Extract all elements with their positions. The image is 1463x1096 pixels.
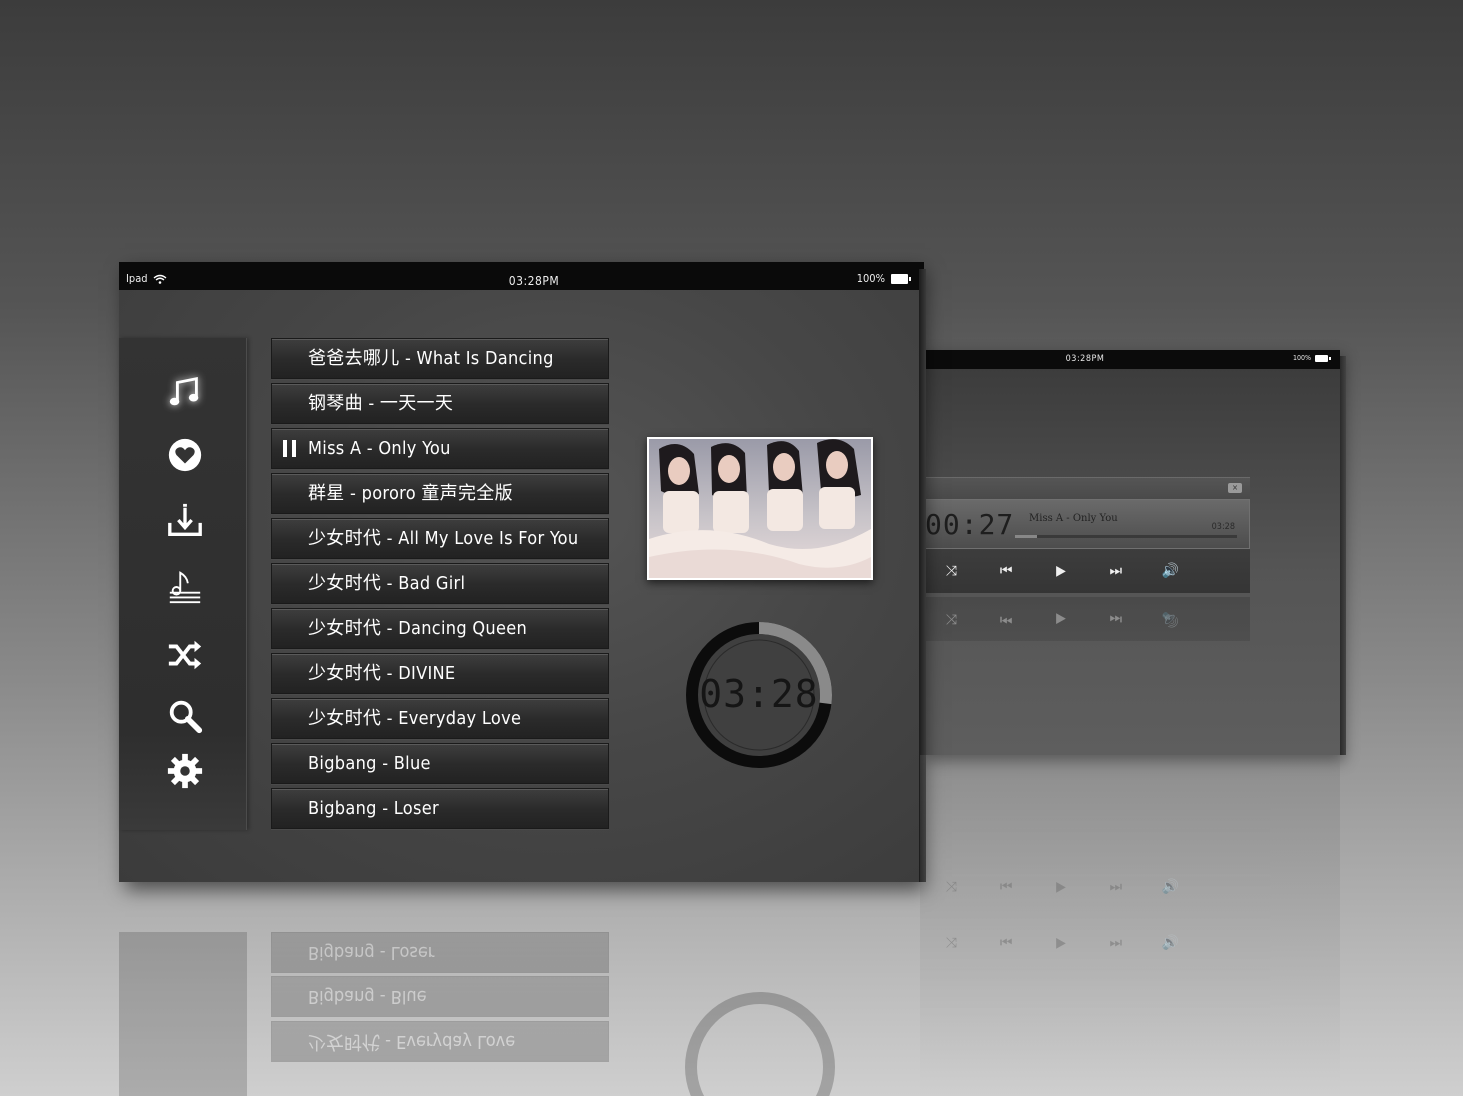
volume-icon[interactable]: 🔊 bbox=[1158, 563, 1184, 579]
play-icon: ▶ bbox=[1056, 935, 1066, 951]
song-item[interactable]: 少女时代 - All My Love Is For You bbox=[271, 518, 609, 559]
tablet-reflection: Bigbang - Loser Bigbang - Blue 少女时代 - Ev… bbox=[119, 886, 919, 1096]
download-icon[interactable] bbox=[165, 501, 205, 541]
timer-display: 03:28 bbox=[699, 672, 819, 716]
search-icon[interactable] bbox=[165, 696, 205, 736]
next-icon: ⏭ bbox=[1109, 879, 1123, 895]
song-item[interactable]: 爸爸去哪儿 - What Is Dancing bbox=[271, 338, 609, 379]
song-reflection: Bigbang - Loser bbox=[271, 932, 609, 973]
song-reflection: Bigbang - Blue bbox=[271, 976, 609, 1017]
battery-icon bbox=[891, 273, 911, 284]
main-tablet: Ipad 03:28PM 100% 爸爸去哪儿 - What Is Dancin… bbox=[119, 262, 926, 882]
secondary-tablet: 03:28PM 100% × 00:27 Miss A - Only You 0… bbox=[920, 350, 1346, 755]
controls-reflection: ⤨ ⏮ ▶ ⏭ 🔊 bbox=[920, 921, 1250, 965]
controls-reflection: ⤨ ⏮ ▶ ⏭ 🔊 bbox=[920, 865, 1250, 909]
timer-reflection bbox=[685, 992, 835, 1096]
next-icon[interactable]: ⏭ bbox=[1103, 563, 1129, 579]
song-title: 少女时代 - Dancing Queen bbox=[308, 618, 528, 639]
song-item[interactable]: 群星 - pororo 童声完全版 bbox=[271, 473, 609, 514]
progress-track[interactable] bbox=[1015, 535, 1237, 538]
now-playing-title: Miss A - Only You bbox=[1029, 513, 1118, 524]
next-icon: ⏭ bbox=[1109, 611, 1123, 627]
progress-fill bbox=[1015, 535, 1038, 538]
shuffle-icon[interactable]: ⤨ bbox=[938, 563, 964, 579]
shuffle-icon: ⤨ bbox=[945, 935, 957, 951]
pause-icon[interactable] bbox=[283, 440, 297, 457]
song-title: 少女时代 - Everyday Love bbox=[308, 708, 522, 729]
song-title: Bigbang - Blue bbox=[308, 753, 431, 774]
gear-icon[interactable] bbox=[165, 751, 205, 791]
elapsed-time: 00:27 bbox=[925, 508, 1015, 541]
album-photo bbox=[649, 439, 871, 578]
status-bar: Ipad 03:28PM 100% bbox=[119, 262, 924, 290]
play-icon: ▶ bbox=[1056, 611, 1066, 627]
volume-icon: 🔊 bbox=[1161, 935, 1180, 951]
shuffle-icon: ⤨ bbox=[945, 611, 957, 627]
close-button[interactable]: × bbox=[1228, 483, 1242, 493]
shuffle-icon[interactable] bbox=[165, 635, 205, 675]
battery-icon bbox=[1315, 354, 1331, 362]
playback-controls: ⤨ ⏮ ▶ ⏭ 🔊 bbox=[920, 549, 1250, 593]
song-reflection: 少女时代 - Everyday Love bbox=[271, 1021, 609, 1062]
play-icon: ▶ bbox=[1056, 879, 1066, 895]
volume-icon: 🔊 bbox=[1161, 611, 1180, 627]
song-title: 少女时代 - Bad Girl bbox=[308, 573, 466, 594]
song-title: Miss A - Only You bbox=[308, 438, 451, 459]
album-art bbox=[647, 437, 873, 580]
previous-icon: ⏮ bbox=[999, 611, 1013, 627]
previous-icon: ⏮ bbox=[999, 935, 1013, 951]
secondary-tablet-reflection: ⤨ ⏮ ▶ ⏭ 🔊 ⤨ ⏮ ▶ ⏭ 🔊 bbox=[920, 755, 1340, 1096]
sidebar-nav bbox=[119, 338, 247, 830]
song-item-playing[interactable]: Miss A - Only You bbox=[271, 428, 609, 469]
volume-icon: 🔊 bbox=[1161, 879, 1180, 895]
mini-player: × 00:27 Miss A - Only You 03:28 ⤨ ⏮ ▶ ⏭ … bbox=[920, 477, 1250, 641]
song-item[interactable]: 少女时代 - DIVINE bbox=[271, 653, 609, 694]
previous-icon: ⏮ bbox=[999, 879, 1013, 895]
status-clock: 03:28PM bbox=[1065, 354, 1105, 364]
song-item[interactable]: 少女时代 - Bad Girl bbox=[271, 563, 609, 604]
song-title: 钢琴曲 - 一天一天 bbox=[308, 393, 454, 414]
music-note-icon[interactable] bbox=[165, 372, 205, 412]
battery-label: 100% bbox=[1292, 354, 1311, 362]
song-item[interactable]: 少女时代 - Dancing Queen bbox=[271, 608, 609, 649]
song-title: 少女时代 - All My Love Is For You bbox=[308, 528, 579, 549]
battery-label: 100% bbox=[856, 272, 885, 285]
song-item[interactable]: 少女时代 - Everyday Love bbox=[271, 698, 609, 739]
song-item[interactable]: 钢琴曲 - 一天一天 bbox=[271, 383, 609, 424]
sidebar-reflection bbox=[119, 932, 247, 1096]
song-item[interactable]: Bigbang - Loser bbox=[271, 788, 609, 829]
status-clock: 03:28PM bbox=[508, 274, 560, 288]
song-list: 爸爸去哪儿 - What Is Dancing 钢琴曲 - 一天一天 Miss A … bbox=[271, 338, 609, 833]
status-bar: 03:28PM 100% bbox=[920, 350, 1340, 369]
song-title: 少女时代 - DIVINE bbox=[308, 663, 456, 684]
play-icon[interactable]: ▶ bbox=[1048, 563, 1074, 579]
heart-icon[interactable] bbox=[165, 435, 205, 475]
sheet-music-icon[interactable] bbox=[165, 567, 205, 607]
next-icon: ⏭ bbox=[1109, 935, 1123, 951]
shuffle-icon: ⤨ bbox=[945, 879, 957, 895]
previous-icon[interactable]: ⏮ bbox=[993, 563, 1019, 579]
playback-timer: 03:28 bbox=[684, 620, 834, 770]
song-title: 群星 - pororo 童声完全版 bbox=[308, 483, 513, 504]
controls-reflection: ⤨ ⏮ ▶ ⏭ 🔊 bbox=[920, 597, 1250, 641]
song-title: Bigbang - Loser bbox=[308, 798, 439, 819]
duration-label: 03:28 bbox=[1211, 522, 1235, 532]
song-item[interactable]: Bigbang - Blue bbox=[271, 743, 609, 784]
song-title: 爸爸去哪儿 - What Is Dancing bbox=[308, 348, 554, 369]
